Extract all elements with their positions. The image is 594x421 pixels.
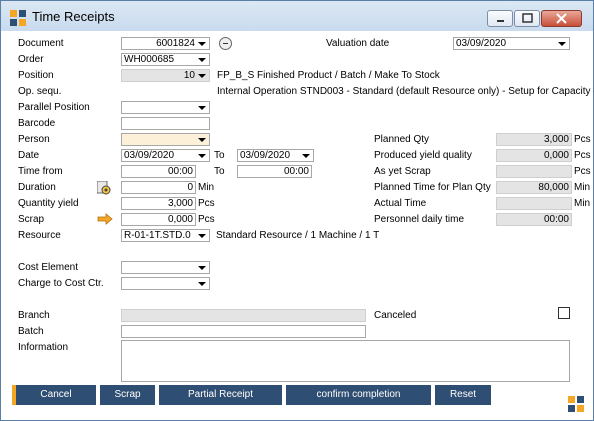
partial-receipt-button[interactable]: Partial Receipt [159,385,282,405]
produced-yield-quality-unit: Pcs [574,150,591,161]
canceled-label: Canceled [374,310,417,321]
quantity-yield-input[interactable]: 3,000 [121,197,196,210]
position-label: Position [18,70,54,81]
person-select[interactable] [121,133,210,146]
produced-yield-quality-field: 0,000 [496,149,572,162]
branch-label: Branch [18,310,50,321]
canceled-checkbox[interactable] [558,307,570,319]
actual-time-field [496,197,572,210]
duration-input[interactable]: 0 [121,181,196,194]
as-yet-scrap-label: As yet Scrap [374,166,431,177]
order-label: Order [18,54,44,65]
planned-qty-field: 3,000 [496,133,572,146]
scrap-label: Scrap [18,214,45,225]
actual-time-label: Actual Time [374,198,427,209]
app-logo-icon [10,10,26,26]
reset-button[interactable]: Reset [435,385,491,405]
resource-label: Resource [18,230,61,241]
position-select[interactable]: 10 [121,69,210,82]
cost-element-select[interactable] [121,261,210,274]
resource-select[interactable]: R-01-1T.STD.0 [121,229,210,242]
position-description: FP_B_S Finished Product / Batch / Make T… [217,70,440,81]
confirm-completion-button[interactable]: confirm completion [286,385,431,405]
arrow-right-icon[interactable] [97,213,113,225]
planned-qty-label: Planned Qty [374,134,430,145]
planned-time-label: Planned Time for Plan Qty [374,182,491,193]
person-label: Person [18,134,50,145]
gear-calculator-icon[interactable] [96,180,111,195]
minimize-button[interactable] [487,10,513,27]
order-select[interactable]: WH000685 [121,53,210,66]
personnel-daily-time-field: 00:00 [496,213,572,226]
planned-time-field: 80,000 [496,181,572,194]
cost-element-label: Cost Element [18,262,79,273]
time-from-label: Time from [18,166,63,177]
barcode-input[interactable] [121,117,210,130]
barcode-label: Barcode [18,118,56,129]
maximize-button[interactable] [514,10,540,27]
produced-yield-quality-label: Produced yield quality [374,150,472,161]
scrap-unit: Pcs [198,214,215,225]
batch-input[interactable] [121,325,366,338]
date-from-picker[interactable]: 03/09/2020 [121,149,210,162]
title-bar: Time Receipts [1,1,593,31]
close-button[interactable] [541,10,582,27]
planned-qty-unit: Pcs [574,134,591,145]
op-sequ-label: Op. sequ. [18,86,62,97]
as-yet-scrap-unit: Pcs [574,166,591,177]
quantity-yield-unit: Pcs [198,198,215,209]
information-textarea[interactable] [121,340,570,382]
maximize-icon [522,13,533,23]
branch-field [121,309,366,322]
cancel-button[interactable]: Cancel [12,385,96,405]
actual-time-unit: Min [574,198,591,209]
resource-description: Standard Resource / 1 Machine / 1 T [216,230,380,241]
time-from-input[interactable]: 00:00 [121,165,196,178]
charge-to-cost-ctr-select[interactable] [121,277,210,290]
footer-logo-icon [568,396,584,412]
scrap-input[interactable]: 0,000 [121,213,196,226]
quantity-yield-label: Quantity yield [18,198,79,209]
time-to-label: To [214,166,225,177]
time-to-input[interactable]: 00:00 [237,165,312,178]
window-title: Time Receipts [32,9,115,24]
document-select[interactable]: 6001824 [121,37,210,50]
minimize-icon [497,20,504,22]
date-to-label: To [214,150,225,161]
document-lookup-icon[interactable] [219,37,232,50]
valuation-date-picker[interactable]: 03/09/2020 [453,37,570,50]
duration-label: Duration [18,182,56,193]
parallel-position-label: Parallel Position [18,102,90,113]
date-label: Date [18,150,40,161]
charge-to-cost-ctr-label: Charge to Cost Ctr. [18,278,104,289]
time-receipts-window: Time Receipts Document Order Position Op… [0,0,594,421]
planned-time-unit: Min [574,182,591,193]
op-sequ-description: Internal Operation STND003 - Standard (d… [217,86,594,97]
close-icon [556,13,567,24]
parallel-position-select[interactable] [121,101,210,114]
scrap-button[interactable]: Scrap [100,385,155,405]
date-to-picker[interactable]: 03/09/2020 [237,149,314,162]
information-label: Information [18,342,69,353]
batch-label: Batch [18,326,44,337]
as-yet-scrap-field [496,165,572,178]
document-label: Document [18,38,64,49]
valuation-date-label: Valuation date [326,38,390,49]
personnel-daily-time-label: Personnel daily time [374,214,465,225]
duration-unit: Min [198,182,215,193]
